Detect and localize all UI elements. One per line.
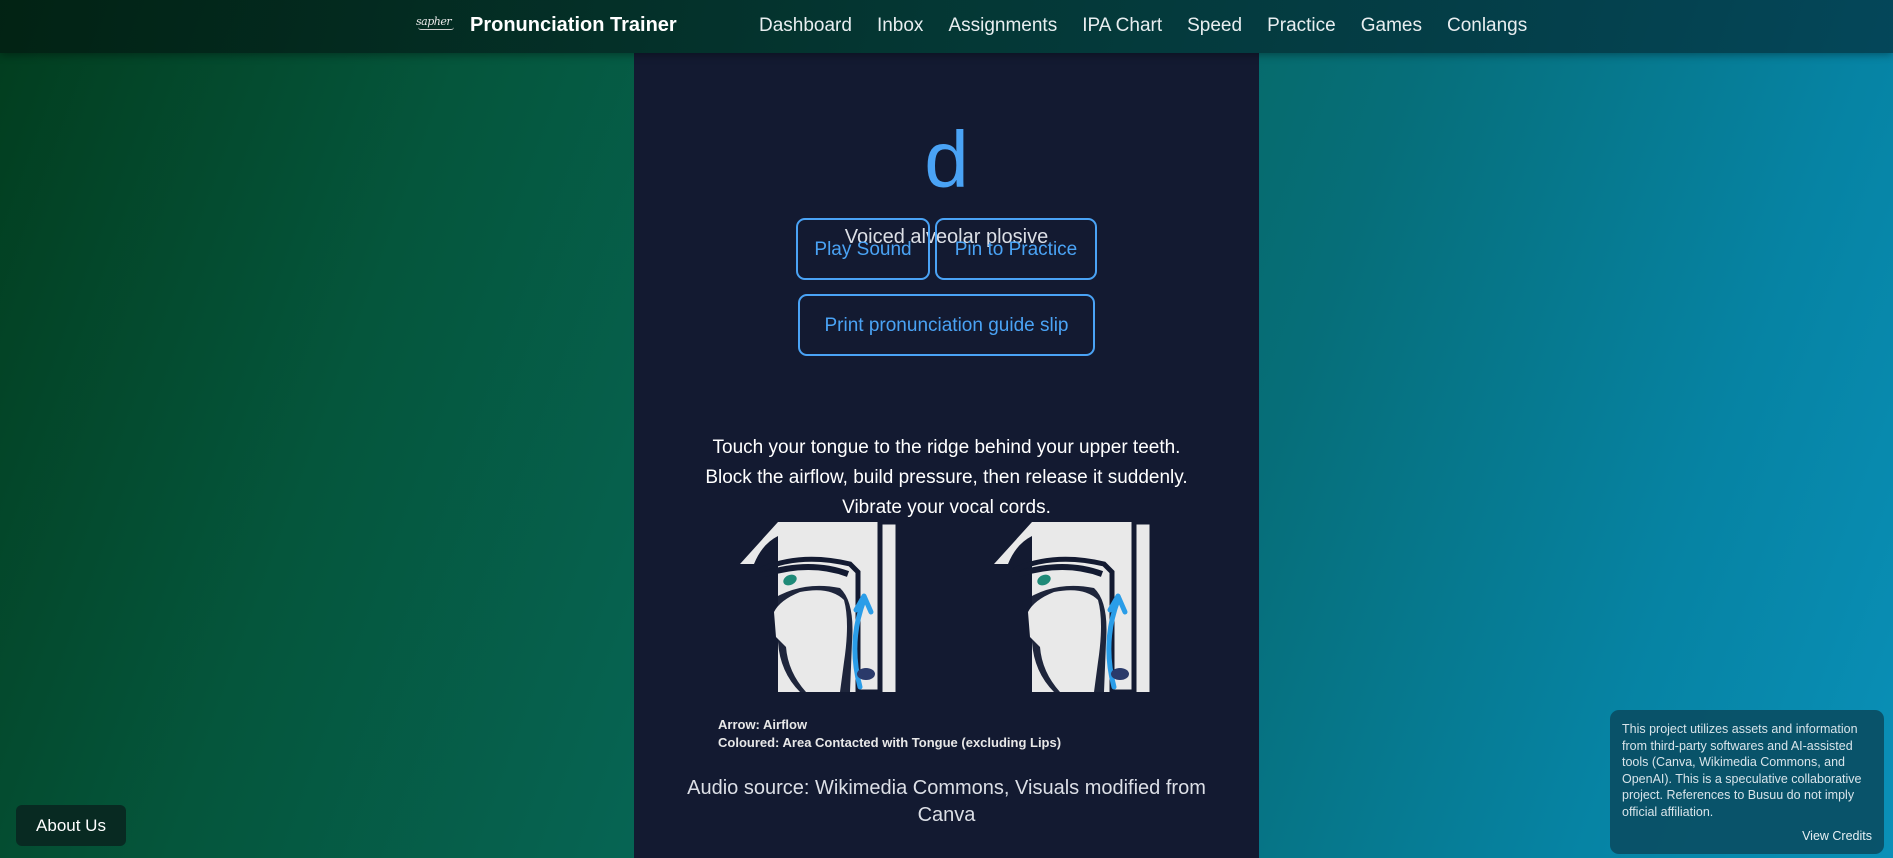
description-line: Vibrate your vocal cords. <box>842 497 1051 518</box>
nose-shape <box>994 522 1032 564</box>
brand-title[interactable]: Pronunciation Trainer <box>470 14 677 37</box>
nav-inbox[interactable]: Inbox <box>877 15 923 37</box>
mouth-diagram-right <box>994 522 1155 692</box>
top-navbar: sapher Pronunciation Trainer Dashboard I… <box>0 0 1893 53</box>
nav-assignments[interactable]: Assignments <box>948 15 1057 37</box>
audio-source: Audio source: Wikimedia Commons, Visuals… <box>634 775 1259 829</box>
nav-practice[interactable]: Practice <box>1267 15 1336 37</box>
nav-games[interactable]: Games <box>1361 15 1422 37</box>
nav-dashboard[interactable]: Dashboard <box>759 15 852 37</box>
mouth-diagram-left <box>740 522 901 692</box>
pin-to-practice-button[interactable]: Pin to Practice <box>935 218 1097 280</box>
view-credits-link[interactable]: View Credits <box>1802 828 1872 845</box>
legend-arrow: Arrow: Airflow <box>718 717 808 732</box>
nose-shape <box>740 522 778 564</box>
description-line: Touch your tongue to the ridge behind yo… <box>712 437 1181 458</box>
nav-speed[interactable]: Speed <box>1187 15 1242 37</box>
play-sound-button[interactable]: Play Sound <box>796 218 930 280</box>
description-line: Block the airflow, build pressure, then … <box>705 467 1188 488</box>
about-us-button[interactable]: About Us <box>16 805 126 846</box>
legend-coloured: Coloured: Area Contacted with Tongue (ex… <box>718 735 1062 750</box>
credits-text: This project utilizes assets and informa… <box>1622 722 1862 819</box>
diagram-legend: Arrow: Airflow Coloured: Area Contacted … <box>718 716 1061 752</box>
audio-source-text: Audio source: Wikimedia Commons, Visuals… <box>687 777 1206 826</box>
articulation-description: Touch your tongue to the ridge behind yo… <box>634 433 1259 523</box>
nav-conlangs[interactable]: Conlangs <box>1447 15 1527 37</box>
credits-notice: This project utilizes assets and informa… <box>1610 710 1884 854</box>
logo[interactable]: sapher <box>416 15 456 33</box>
print-guide-button[interactable]: Print pronunciation guide slip <box>798 294 1095 356</box>
glottis-shape <box>1111 668 1129 680</box>
main-menu: Dashboard Inbox Assignments IPA Chart Sp… <box>759 15 1552 37</box>
phoneme-symbol: d <box>924 115 969 204</box>
nav-ipa-chart[interactable]: IPA Chart <box>1082 15 1162 37</box>
glottis-shape <box>857 668 875 680</box>
